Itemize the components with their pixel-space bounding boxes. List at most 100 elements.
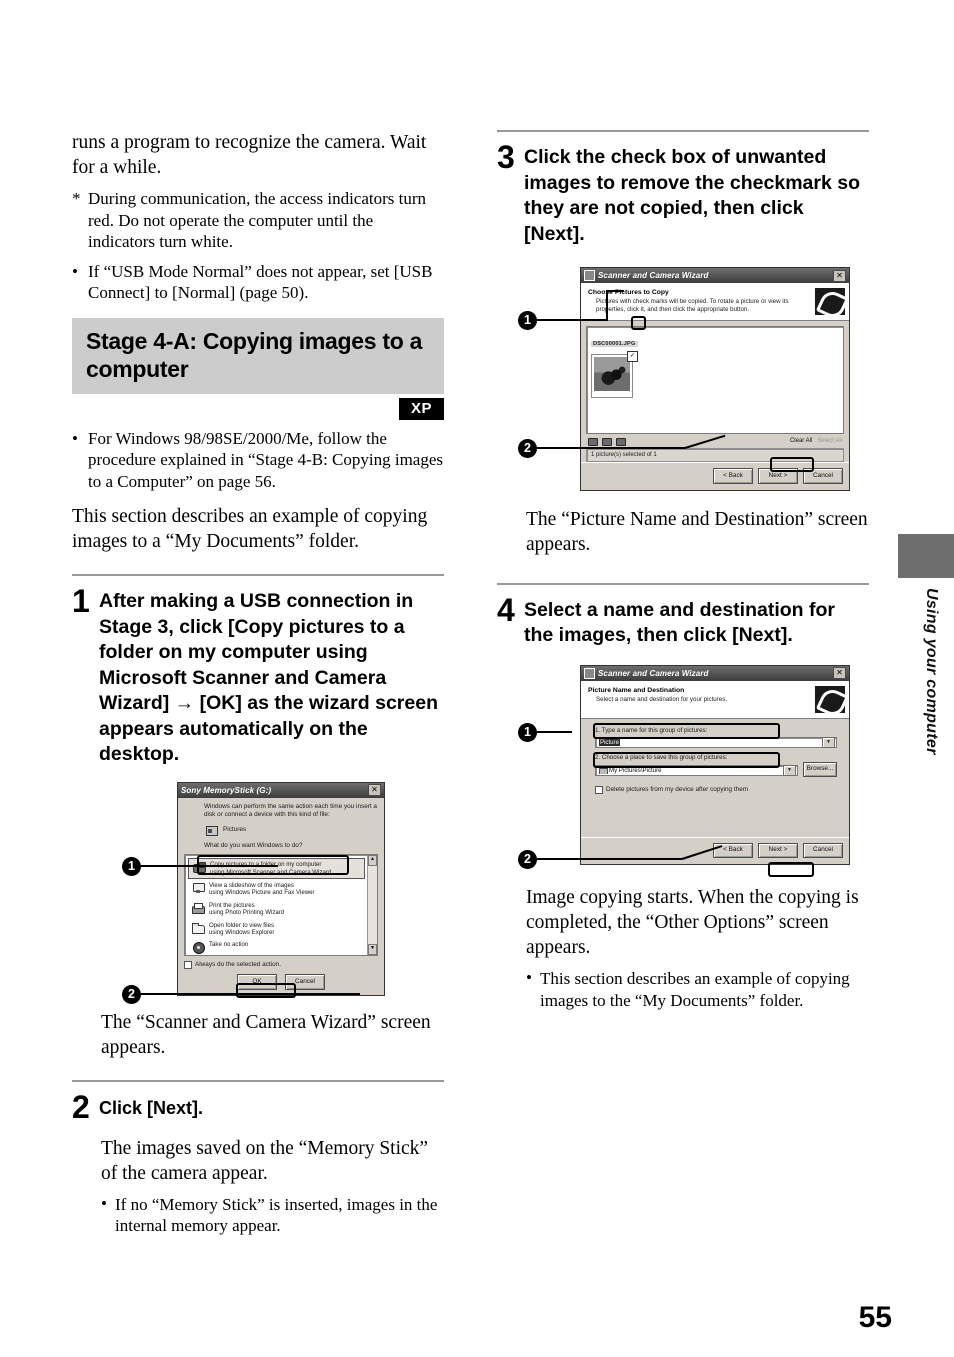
scroll-up-icon[interactable]: ▲ bbox=[368, 855, 377, 867]
chevron-down-icon[interactable]: ▼ bbox=[783, 764, 796, 776]
callout-2: 2 bbox=[518, 439, 537, 458]
pictures-icon bbox=[204, 824, 218, 836]
step-2-number: 2 bbox=[72, 1088, 90, 1125]
name-destination-description: Select a name and destination for your p… bbox=[596, 695, 728, 703]
wizard-logo-icon bbox=[815, 685, 845, 713]
highlight-ring-destination-combo bbox=[593, 751, 780, 768]
always-do-checkbox[interactable] bbox=[184, 961, 192, 970]
rotate-right-icon[interactable] bbox=[602, 437, 612, 446]
windows-note-text: For Windows 98/98SE/2000/Me, follow the … bbox=[88, 428, 444, 491]
choose-pictures-header: Choose Pictures to Copy Pictures with ch… bbox=[581, 283, 849, 321]
access-indicator-note: * During communication, the access indic… bbox=[72, 188, 444, 253]
windows-note-marker: • bbox=[72, 428, 78, 448]
delete-pictures-row[interactable]: Delete pictures from my device after cop… bbox=[595, 786, 837, 795]
thumbnail-image bbox=[594, 357, 630, 391]
usb-mode-note: • If “USB Mode Normal” does not appear, … bbox=[72, 261, 444, 304]
disc-icon bbox=[191, 941, 205, 955]
select-all-button[interactable]: Select All bbox=[817, 438, 842, 444]
section-banner: Stage 4-A: Copying images to a computer bbox=[72, 317, 444, 394]
close-icon[interactable]: ✕ bbox=[833, 667, 846, 679]
folder-icon bbox=[191, 922, 205, 934]
list-item-label: Take no action bbox=[209, 941, 249, 949]
page-number: 55 bbox=[858, 1301, 892, 1334]
step-2-note-text: If no “Memory Stick” is inserted, images… bbox=[115, 1194, 438, 1236]
next-button[interactable]: Next > bbox=[758, 842, 798, 858]
highlight-ring-ok-button bbox=[236, 982, 296, 998]
step-1-result: The “Scanner and Camera Wizard” screen a… bbox=[101, 1011, 431, 1058]
picture-thumbnail[interactable]: ✓ bbox=[591, 351, 638, 398]
autoplay-title-text: Sony MemoryStick (G:) bbox=[181, 785, 272, 795]
scrollbar[interactable]: ▲ ▼ bbox=[367, 855, 377, 956]
cancel-button[interactable]: Cancel bbox=[803, 842, 843, 858]
step-2-result: The images saved on the “Memory Stick” o… bbox=[101, 1137, 429, 1184]
step-4-number: 4 bbox=[497, 591, 515, 628]
callout-1-leader bbox=[537, 319, 607, 321]
figure-choose-pictures-dialog: 1 2 Scanner and Camera Wizard ✕ Choose P… bbox=[497, 267, 869, 491]
step-3-title: Click the check box of unwanted images t… bbox=[524, 146, 860, 245]
section-title: Stage 4-A: Copying images to a computer bbox=[86, 327, 423, 382]
xp-badge-row: XP bbox=[72, 397, 444, 420]
autoplay-title-bar: Sony MemoryStick (G:) ✕ bbox=[178, 782, 384, 798]
step-3-number: 3 bbox=[497, 139, 515, 175]
thumbnail-checkbox[interactable]: ✓ bbox=[627, 351, 638, 362]
callout-2: 2 bbox=[122, 984, 141, 1004]
side-tab-label: Using your computer bbox=[923, 588, 940, 755]
rotate-left-icon[interactable] bbox=[588, 437, 598, 446]
step-3: 3 Click the check box of unwanted images… bbox=[497, 139, 869, 247]
step-1: 1 After making a USB connection in Stage… bbox=[72, 583, 444, 768]
step-2-note: • If no “Memory Stick” is inserted, imag… bbox=[101, 1194, 444, 1237]
printer-icon bbox=[191, 902, 205, 914]
close-icon[interactable]: ✕ bbox=[368, 784, 381, 796]
scroll-down-icon[interactable]: ▼ bbox=[368, 944, 377, 956]
figure-name-destination-dialog: 1 2 Scanner and Camera Wizard ✕ Picture … bbox=[497, 664, 869, 877]
windows-compat-note: • For Windows 98/98SE/2000/Me, follow th… bbox=[72, 428, 444, 493]
always-do-row[interactable]: Always do the selected action. bbox=[184, 961, 378, 970]
callout-1: 1 bbox=[518, 311, 537, 330]
autoplay-body: Windows can perform the same action each… bbox=[178, 798, 384, 995]
name-destination-footer: < Back Next > Cancel bbox=[581, 836, 849, 864]
clear-all-button[interactable]: Clear All bbox=[790, 438, 812, 444]
properties-icon[interactable] bbox=[616, 437, 626, 446]
picture-group-label: DSC00001.JPG bbox=[591, 341, 638, 347]
autoplay-intro: Windows can perform the same action each… bbox=[204, 802, 377, 818]
list-item[interactable]: Take no action bbox=[188, 939, 365, 955]
autoplay-prompt: What do you want Windows to do? bbox=[204, 841, 303, 849]
step-4-result: Image copying starts. When the copying i… bbox=[526, 887, 859, 958]
close-icon[interactable]: ✕ bbox=[833, 269, 846, 282]
name-destination-heading: Picture Name and Destination bbox=[588, 686, 685, 694]
list-item[interactable]: View a slideshow of the images using Win… bbox=[188, 880, 365, 899]
step-4-note: • This section describes an example of c… bbox=[526, 968, 869, 1011]
monitor-icon bbox=[191, 882, 205, 894]
divider-step4 bbox=[497, 582, 869, 585]
list-item[interactable]: Print the pictures using Photo Printing … bbox=[188, 900, 365, 919]
step-1-number: 1 bbox=[72, 583, 90, 619]
list-item-label: View a slideshow of the images using Win… bbox=[209, 881, 315, 897]
choose-pictures-dialog: Scanner and Camera Wizard ✕ Choose Pictu… bbox=[580, 267, 850, 491]
browse-button[interactable]: Browse... bbox=[803, 761, 837, 777]
choose-pictures-title-bar: Scanner and Camera Wizard ✕ bbox=[581, 268, 849, 283]
picture-list-pane[interactable]: DSC00001.JPG ✓ bbox=[586, 326, 844, 434]
note-bullet-text: If “USB Mode Normal” does not appear, se… bbox=[88, 261, 433, 303]
callout-2-leader bbox=[537, 447, 685, 449]
list-item[interactable]: Open folder to view files using Windows … bbox=[188, 920, 365, 939]
highlight-ring-copy-option bbox=[197, 854, 349, 875]
step-2-title: Click [Next]. bbox=[99, 1097, 204, 1118]
name-destination-header: Picture Name and Destination Select a na… bbox=[581, 680, 849, 719]
callout-1: 1 bbox=[122, 856, 141, 876]
choose-pictures-description: Pictures with check marks will be copied… bbox=[596, 298, 789, 313]
highlight-ring-thumbnail-checkbox bbox=[631, 316, 646, 330]
delete-pictures-checkbox[interactable] bbox=[595, 786, 603, 795]
delete-pictures-label: Delete pictures from my device after cop… bbox=[606, 786, 749, 793]
chevron-down-icon[interactable]: ▼ bbox=[822, 736, 835, 748]
highlight-ring-next-button bbox=[770, 457, 814, 472]
note-star-text: During communication, the access indicat… bbox=[88, 189, 427, 251]
autoplay-dialog: Sony MemoryStick (G:) ✕ Windows can perf… bbox=[177, 781, 385, 998]
back-button[interactable]: < Back bbox=[713, 468, 753, 484]
name-destination-dialog: Scanner and Camera Wizard ✕ Picture Name… bbox=[580, 664, 850, 877]
step-4-note-marker: • bbox=[526, 968, 532, 987]
step-2-note-marker: • bbox=[101, 1193, 107, 1213]
name-destination-header-text: Picture Name and Destination Select a na… bbox=[588, 686, 815, 704]
always-do-label: Always do the selected action. bbox=[195, 961, 281, 969]
section-intro: This section describes an example of cop… bbox=[72, 506, 428, 552]
highlight-ring-next-button bbox=[768, 861, 814, 877]
